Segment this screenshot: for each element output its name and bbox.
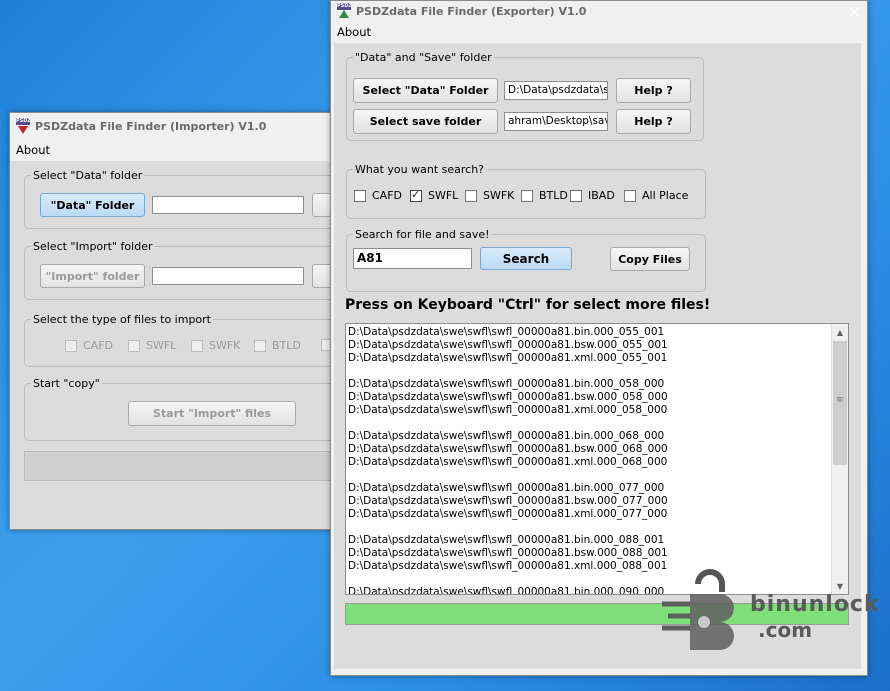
import-type-swfk[interactable]: SWFK: [191, 339, 240, 352]
result-line[interactable]: D:\Data\psdzdata\swe\swfl\swfl_00000a81.…: [346, 534, 832, 547]
results-scrollbar[interactable]: ▲ ≡ ▼: [831, 324, 848, 594]
type-allplace-checkbox[interactable]: All Place: [624, 189, 688, 202]
type-label: SWFK: [483, 189, 515, 202]
type-label: IBAD: [588, 189, 615, 202]
type-cafd-checkbox[interactable]: CAFD: [354, 189, 402, 202]
data-folder-field[interactable]: [152, 196, 304, 214]
data-folder-path[interactable]: D:\Data\psdzdata\sw: [504, 81, 608, 100]
import-type-label: SWFK: [209, 339, 241, 352]
copy-files-button[interactable]: Copy Files: [610, 247, 690, 271]
import-type-btld[interactable]: BTLD: [254, 339, 301, 352]
import-folder-button[interactable]: "Import" folder: [40, 264, 145, 288]
result-line[interactable]: D:\Data\psdzdata\swe\swfl\swfl_00000a81.…: [346, 430, 832, 443]
checkbox-icon: [65, 339, 77, 352]
result-line[interactable]: D:\Data\psdzdata\swe\swfl\swfl_00000a81.…: [346, 508, 832, 521]
type-label: All Place: [642, 189, 689, 202]
checkbox-icon: [354, 189, 366, 202]
folder-group-label: "Data" and "Save" folder: [355, 51, 492, 64]
result-line[interactable]: D:\Data\psdzdata\swe\swfl\swfl_00000a81.…: [346, 495, 832, 508]
save-folder-path[interactable]: ahram\Desktop\save: [504, 112, 608, 131]
checkbox-icon: [191, 339, 203, 352]
import-type-label: SWFL: [146, 339, 177, 352]
checkbox-checked-icon: [410, 188, 422, 202]
data-folder-button[interactable]: "Data" Folder: [40, 193, 145, 217]
results-list[interactable]: D:\Data\psdzdata\swe\swfl\swfl_00000a81.…: [345, 323, 849, 595]
scroll-up-icon[interactable]: ▲: [832, 324, 848, 340]
importer-title: PSDZdata File Finder (Importer) V1.0: [35, 119, 267, 133]
app-logo-icon: PSDZ: [16, 118, 31, 134]
start-import-button[interactable]: Start "Import" files: [128, 401, 296, 426]
import-folder-group-label: Select "Import" folder: [33, 240, 153, 253]
import-types-group-label: Select the type of files to import: [33, 313, 211, 326]
watermark-suffix: .com: [758, 618, 813, 642]
checkbox-icon: [521, 189, 533, 202]
result-line[interactable]: [346, 365, 832, 378]
result-line[interactable]: D:\Data\psdzdata\swe\swfl\swfl_00000a81.…: [346, 339, 832, 352]
result-line[interactable]: D:\Data\psdzdata\swe\swfl\swfl_00000a81.…: [346, 443, 832, 456]
checkbox-icon: [570, 189, 582, 202]
importer-menubar: About: [10, 141, 340, 159]
type-label: BTLD: [539, 189, 568, 202]
import-type-swfl[interactable]: SWFL: [128, 339, 176, 352]
result-line[interactable]: D:\Data\psdzdata\swe\swfl\swfl_00000a81.…: [346, 391, 832, 404]
search-group-label: Search for file and save!: [355, 228, 490, 241]
result-line[interactable]: D:\Data\psdzdata\swe\swfl\swfl_00000a81.…: [346, 547, 832, 560]
import-folder-field[interactable]: [152, 267, 304, 285]
checkbox-icon: [128, 339, 140, 352]
import-progress-bar: [24, 451, 346, 481]
importer-window: PSDZ PSDZdata File Finder (Importer) V1.…: [9, 112, 346, 530]
save-help-button[interactable]: Help ?: [616, 109, 691, 134]
exporter-title: PSDZdata File Finder (Exporter) V1.0: [356, 4, 587, 18]
search-type-group-label: What you want search?: [355, 163, 485, 176]
result-line[interactable]: D:\Data\psdzdata\swe\swfl\swfl_00000a81.…: [346, 482, 832, 495]
data-help-button[interactable]: Help ?: [616, 78, 691, 103]
result-line[interactable]: [346, 521, 832, 534]
scroll-thumb[interactable]: ≡: [833, 341, 847, 465]
importer-titlebar[interactable]: PSDZ PSDZdata File Finder (Importer) V1.…: [10, 113, 340, 139]
watermark-text: binunlock: [750, 592, 880, 617]
type-label: CAFD: [372, 189, 403, 202]
select-save-folder-button[interactable]: Select save folder: [353, 109, 498, 134]
results-lines: D:\Data\psdzdata\swe\swfl\swfl_00000a81.…: [346, 326, 832, 594]
type-ibad-checkbox[interactable]: IBAD: [570, 189, 615, 202]
checkbox-icon: [254, 339, 266, 352]
search-button[interactable]: Search: [480, 247, 572, 270]
import-type-cafd[interactable]: CAFD: [65, 339, 113, 352]
type-btld-checkbox[interactable]: BTLD: [521, 189, 568, 202]
import-type-label: CAFD: [83, 339, 114, 352]
result-line[interactable]: D:\Data\psdzdata\swe\swfl\swfl_00000a81.…: [346, 456, 832, 469]
select-data-folder-button[interactable]: Select "Data" Folder: [353, 78, 498, 103]
result-line[interactable]: D:\Data\psdzdata\swe\swfl\swfl_00000a81.…: [346, 378, 832, 391]
ctrl-hint-text: Press on Keyboard "Ctrl" for select more…: [345, 297, 711, 313]
result-line[interactable]: D:\Data\psdzdata\swe\swfl\swfl_00000a81.…: [346, 352, 832, 365]
importer-body: Select "Data" folder "Data" Folder Selec…: [10, 161, 346, 529]
search-input[interactable]: A81: [353, 248, 472, 269]
binunlock-watermark: binunlock .com: [660, 566, 890, 656]
result-line[interactable]: D:\Data\psdzdata\swe\swfl\swfl_00000a81.…: [346, 326, 832, 339]
result-line[interactable]: D:\Data\psdzdata\swe\swfl\swfl_00000a81.…: [346, 404, 832, 417]
close-icon[interactable]: ✕: [848, 1, 861, 23]
exporter-menubar: About: [331, 23, 867, 41]
exporter-titlebar[interactable]: PSDZ PSDZdata File Finder (Exporter) V1.…: [331, 1, 867, 23]
menu-about[interactable]: About: [10, 141, 56, 159]
result-line[interactable]: [346, 469, 832, 482]
type-swfl-checkbox[interactable]: SWFL: [410, 188, 459, 202]
app-logo-icon: PSDZ: [337, 3, 352, 19]
checkbox-icon: [465, 189, 477, 202]
checkbox-icon: [624, 189, 636, 202]
menu-about[interactable]: About: [331, 23, 377, 41]
lock-logo-icon: [662, 569, 734, 650]
start-copy-group-label: Start "copy": [33, 377, 100, 390]
data-folder-group-label: Select "Data" folder: [33, 169, 143, 182]
import-type-label: BTLD: [272, 339, 301, 352]
type-swfk-checkbox[interactable]: SWFK: [465, 189, 514, 202]
type-label: SWFL: [428, 189, 459, 202]
result-line[interactable]: [346, 417, 832, 430]
